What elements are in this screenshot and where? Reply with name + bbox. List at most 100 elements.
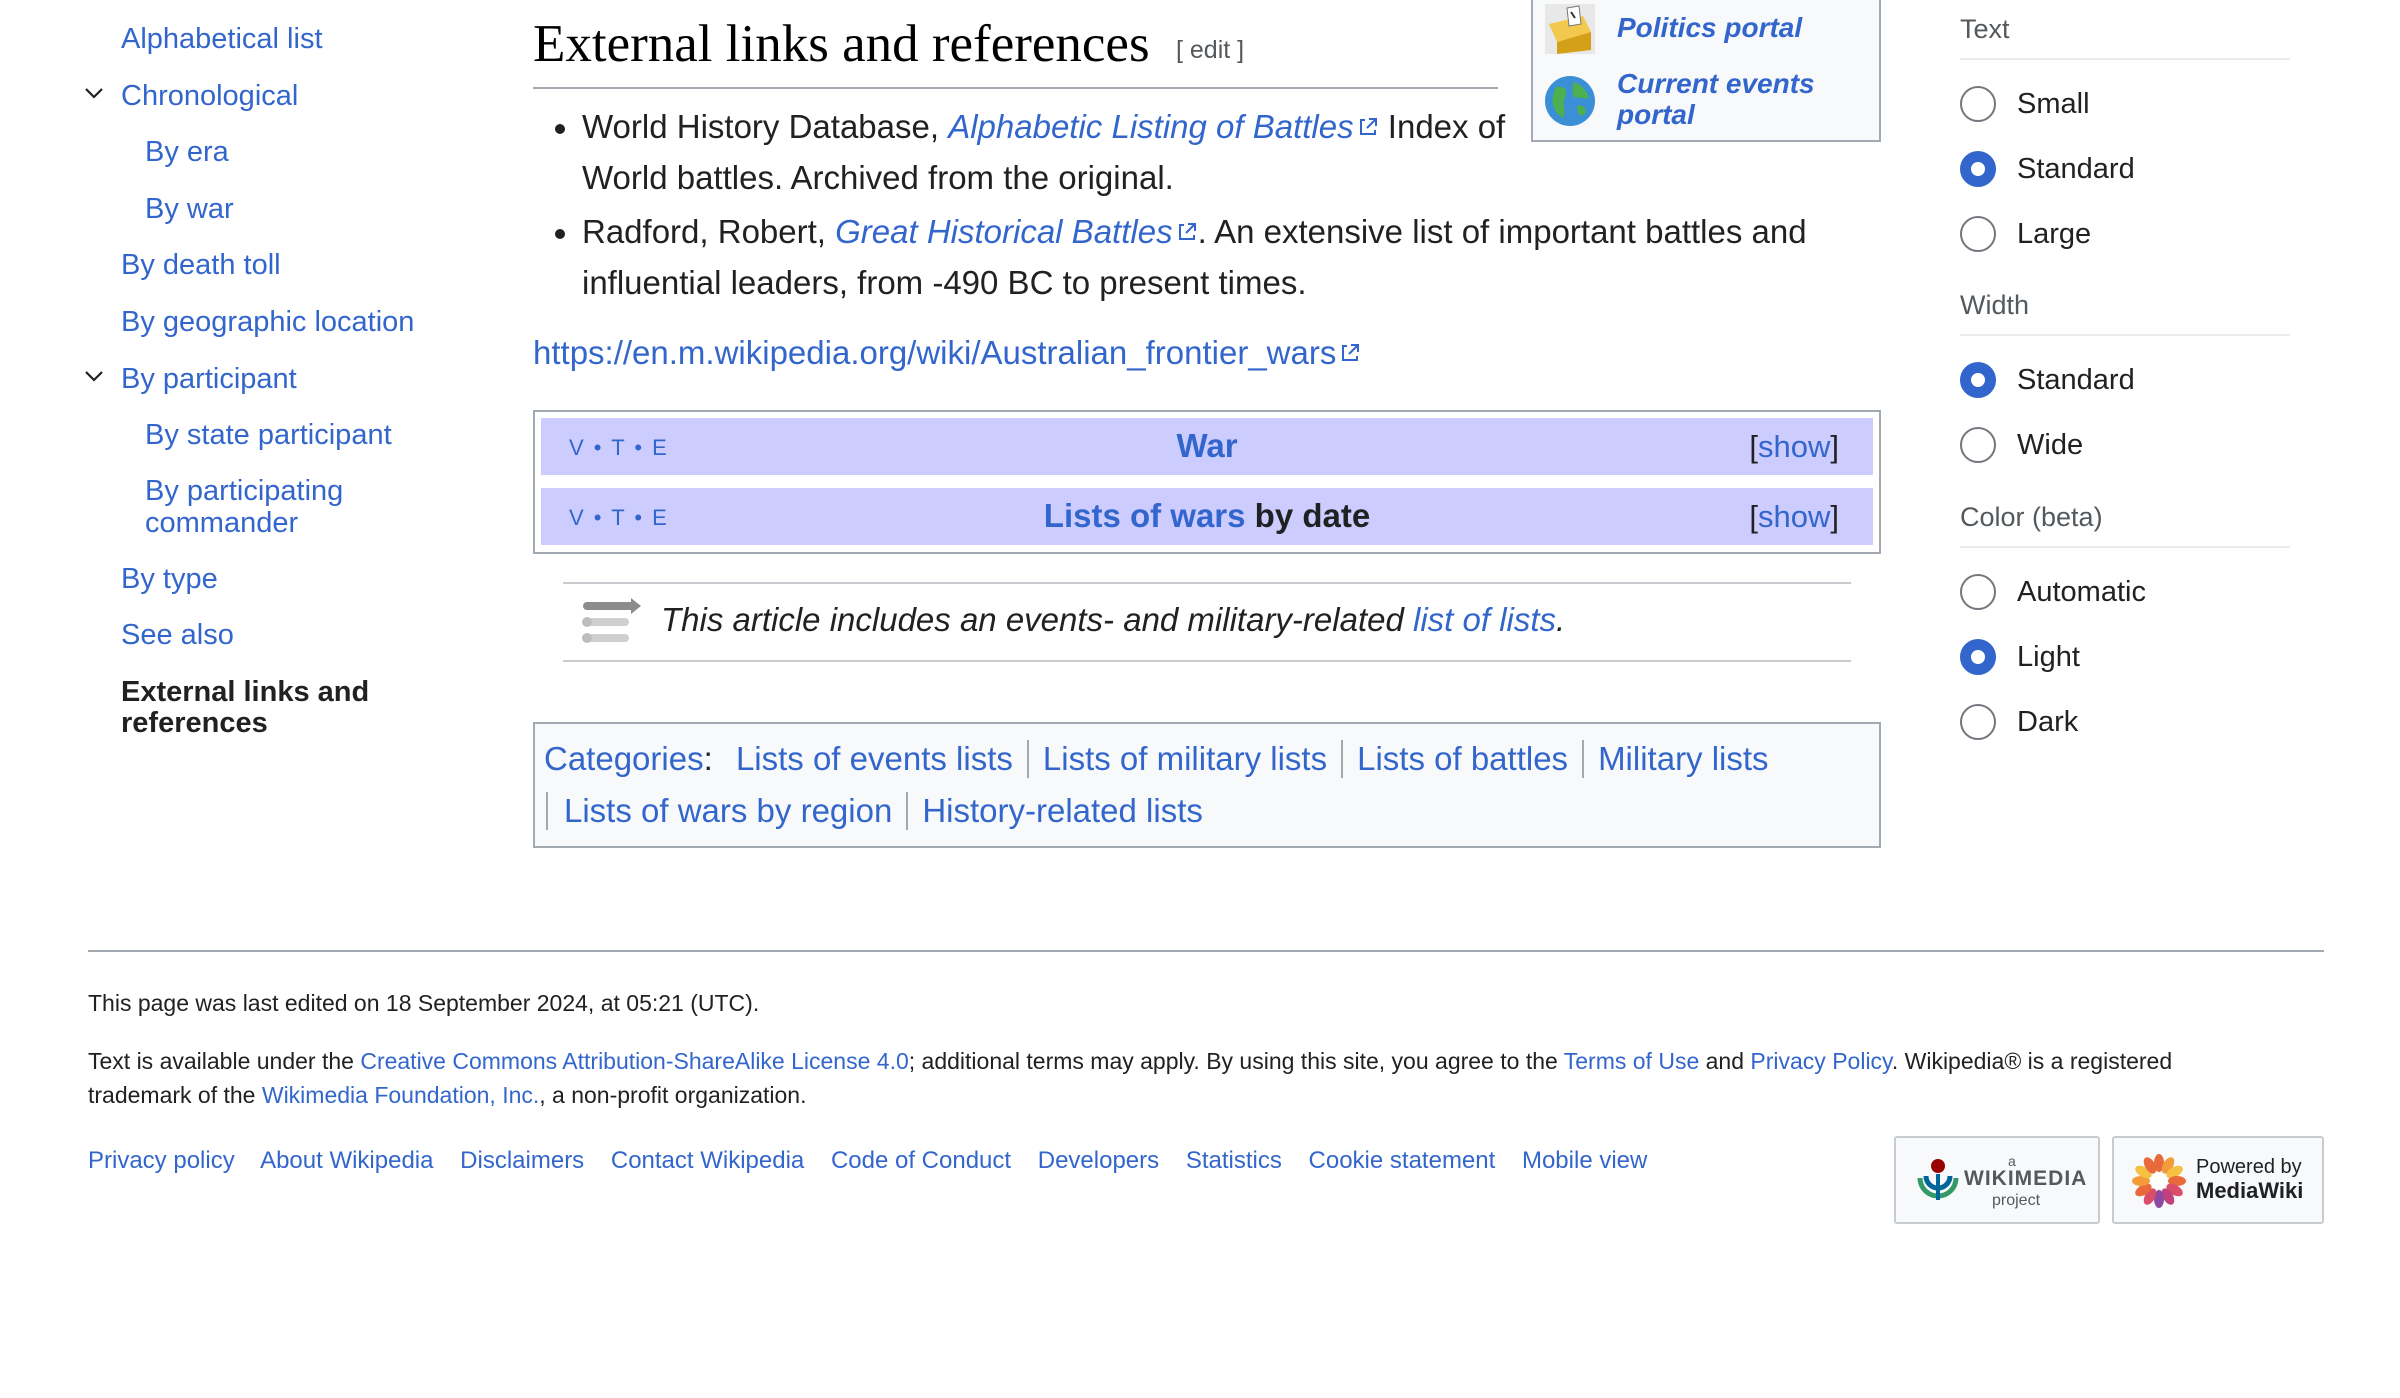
chevron-down-icon[interactable] bbox=[84, 366, 104, 386]
toc-item-chronological[interactable]: Chronological bbox=[121, 80, 298, 113]
toc-item-by-participant[interactable]: By participant bbox=[121, 363, 297, 396]
list-of-lists-link[interactable]: list of lists bbox=[1413, 601, 1556, 638]
powered-by-mediawiki-badge[interactable]: Powered by MediaWiki bbox=[2112, 1136, 2324, 1224]
toc-item-by-geographic-location[interactable]: By geographic location bbox=[121, 306, 414, 339]
option-label: Standard bbox=[2017, 364, 2135, 396]
toc-item-see-also[interactable]: See also bbox=[121, 619, 234, 652]
radio-dark[interactable] bbox=[1960, 704, 1996, 740]
list-of-lists-notice: This article includes an events- and mil… bbox=[563, 582, 1851, 662]
divider bbox=[1960, 58, 2290, 60]
badge-sub: project bbox=[1992, 1192, 2041, 1209]
radio-large[interactable] bbox=[1960, 216, 1996, 252]
last-edited-text: This page was last edited on 18 Septembe… bbox=[88, 990, 760, 1016]
radio-width-wide[interactable] bbox=[1960, 427, 1996, 463]
chevron-down-icon[interactable] bbox=[84, 83, 104, 103]
category-link[interactable]: Lists of wars by region bbox=[546, 792, 906, 830]
navbox-row-lists-of-wars: V • T • E Lists of wars by date [show] bbox=[541, 488, 1873, 545]
current-events-portal-link[interactable]: Current events bbox=[1617, 68, 1815, 99]
reference-line: World History Database, Alphabetic Listi… bbox=[582, 101, 1505, 152]
external-link[interactable]: Alphabetic Listing of Battles bbox=[948, 108, 1353, 145]
radio-small[interactable] bbox=[1960, 86, 1996, 122]
footer-link-statistics[interactable]: Statistics bbox=[1186, 1147, 1282, 1174]
navbox-title-link[interactable]: Lists of wars bbox=[1044, 497, 1246, 534]
current-events-portal-link-line2[interactable]: portal bbox=[1617, 99, 1695, 130]
category-link[interactable]: Lists of events lists bbox=[722, 740, 1027, 778]
badge-line2: MediaWiki bbox=[2196, 1178, 2304, 1203]
navbox-title-rest: by date bbox=[1245, 497, 1371, 534]
footer-link-mobile-view[interactable]: Mobile view bbox=[1522, 1147, 1647, 1174]
toc-item-by-type[interactable]: By type bbox=[121, 563, 218, 596]
radio-automatic[interactable] bbox=[1960, 574, 1996, 610]
license-text-part: Text is available under the bbox=[88, 1048, 361, 1074]
toc-item-by-war[interactable]: By war bbox=[145, 193, 234, 226]
divider bbox=[1960, 334, 2290, 336]
navbox-show-toggle[interactable]: [show] bbox=[1749, 499, 1839, 535]
categories-box: Categories: Lists of events lists Lists o… bbox=[533, 722, 1881, 848]
width-heading: Width bbox=[1960, 290, 2030, 320]
external-link-icon bbox=[1176, 206, 1198, 240]
wikimedia-project-badge[interactable]: a WIKIMEDIA project bbox=[1894, 1136, 2100, 1224]
category-link[interactable]: Lists of military lists bbox=[1026, 740, 1341, 778]
toc-item-by-era[interactable]: By era bbox=[145, 136, 229, 169]
external-link-icon bbox=[1339, 334, 1361, 361]
toc-item-by-participating-commander-line2[interactable]: commander bbox=[145, 507, 298, 540]
toc-item-by-state-participant[interactable]: By state participant bbox=[145, 419, 392, 452]
license-text-line2: trademark of the Wikimedia Foundation, I… bbox=[88, 1082, 806, 1109]
reference-text: influential leaders, from -490 BC to pre… bbox=[582, 264, 1307, 301]
bullet bbox=[555, 229, 565, 239]
politics-portal-link[interactable]: Politics portal bbox=[1617, 12, 1802, 43]
privacy-policy-link[interactable]: Privacy Policy bbox=[1750, 1048, 1891, 1074]
heading-divider bbox=[533, 87, 1498, 89]
external-link-icon bbox=[1357, 101, 1379, 135]
footer-link-privacy-policy[interactable]: Privacy policy bbox=[88, 1147, 235, 1174]
category-link[interactable]: Lists of battles bbox=[1341, 740, 1582, 778]
badge-name: WIKIMEDIA bbox=[1964, 1167, 2088, 1190]
external-url-link[interactable]: https://en.m.wikipedia.org/wiki/Australi… bbox=[533, 334, 1336, 371]
license-text-part: and bbox=[1699, 1048, 1751, 1074]
navbox-title-link[interactable]: War bbox=[1176, 427, 1237, 464]
navbox-show-toggle[interactable]: [show] bbox=[1749, 429, 1839, 465]
toc-item-alphabetical-list[interactable]: Alphabetical list bbox=[121, 23, 323, 56]
footer-link-contact[interactable]: Contact Wikipedia bbox=[611, 1147, 804, 1174]
option-label: Dark bbox=[2017, 706, 2079, 738]
license-text-part: trademark of the bbox=[88, 1082, 262, 1108]
cc-license-link[interactable]: Creative Commons Attribution-ShareAlike … bbox=[360, 1048, 908, 1074]
option-label: Small bbox=[2017, 88, 2090, 120]
show-link[interactable]: show bbox=[1758, 499, 1830, 534]
toc-item-external-links[interactable]: External links and bbox=[121, 676, 369, 709]
divider bbox=[1960, 546, 2290, 548]
category-link[interactable]: History-related lists bbox=[906, 792, 1217, 830]
radio-standard[interactable] bbox=[1960, 151, 1996, 187]
footer-link-disclaimers[interactable]: Disclaimers bbox=[460, 1147, 584, 1174]
edit-section-link[interactable]: [ edit ] bbox=[1176, 36, 1244, 65]
toc-item-external-links-line2[interactable]: references bbox=[121, 707, 268, 740]
wikimedia-foundation-link[interactable]: Wikimedia Foundation, Inc. bbox=[262, 1082, 539, 1108]
license-text-part: ; additional terms may apply. By using t… bbox=[908, 1048, 1564, 1074]
external-url-line: https://en.m.wikipedia.org/wiki/Australi… bbox=[533, 334, 1361, 372]
colon: : bbox=[703, 740, 713, 777]
navbox-title: Lists of wars by date bbox=[541, 497, 1873, 535]
toc-item-by-participating-commander[interactable]: By participating bbox=[145, 475, 343, 508]
navbox-title: War bbox=[541, 427, 1873, 465]
terms-of-use-link[interactable]: Terms of Use bbox=[1564, 1048, 1699, 1074]
footer-link-cookie-statement[interactable]: Cookie statement bbox=[1309, 1147, 1496, 1174]
license-text: Text is available under the Creative Com… bbox=[88, 1048, 2172, 1075]
toc-item-by-death-toll[interactable]: By death toll bbox=[121, 249, 281, 282]
category-link[interactable]: Military lists bbox=[1582, 740, 1783, 778]
footer-link-developers[interactable]: Developers bbox=[1038, 1147, 1159, 1174]
radio-width-standard[interactable] bbox=[1960, 362, 1996, 398]
categories-label-link[interactable]: Categories bbox=[544, 740, 704, 777]
reference-text: World History Database, bbox=[582, 108, 949, 145]
option-label: Light bbox=[2017, 641, 2080, 673]
ballot-box-icon bbox=[1545, 4, 1595, 54]
footer-link-code-of-conduct[interactable]: Code of Conduct bbox=[831, 1147, 1011, 1174]
portal-box: Politics portal Current events portal bbox=[1531, 0, 1881, 142]
radio-light[interactable] bbox=[1960, 639, 1996, 675]
footer-link-about[interactable]: About Wikipedia bbox=[260, 1147, 433, 1174]
license-text-part: . Wikipedia® is a registered bbox=[1891, 1048, 2173, 1074]
show-link[interactable]: show bbox=[1758, 429, 1830, 464]
reference-text: World battles. Archived from the origina… bbox=[582, 159, 1174, 196]
option-label: Large bbox=[2017, 218, 2092, 250]
external-link[interactable]: Great Historical Battles bbox=[835, 213, 1172, 250]
color-heading: Color (beta) bbox=[1960, 502, 2103, 532]
